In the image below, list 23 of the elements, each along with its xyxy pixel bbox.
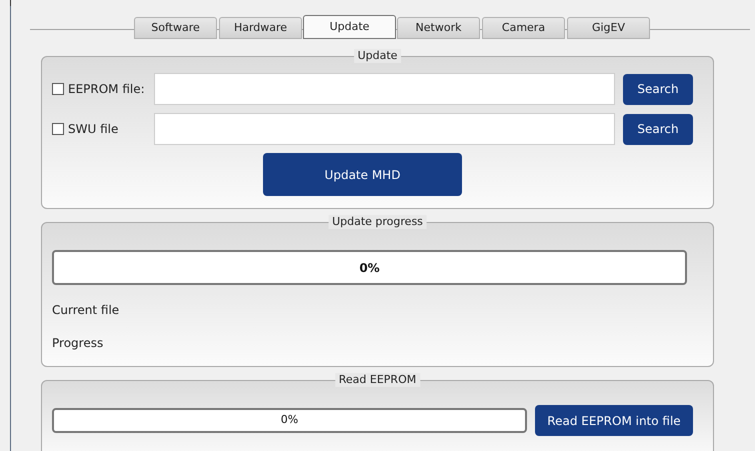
read-eeprom-button[interactable]: Read EEPROM into file: [535, 405, 693, 436]
file-path-field[interactable]: [154, 113, 615, 145]
checkbox[interactable]: [52, 123, 64, 135]
tab[interactable]: Software: [134, 17, 217, 39]
checkbox[interactable]: [52, 83, 64, 95]
file-label: SWU file: [68, 121, 120, 138]
update-mhd-button[interactable]: Update MHD: [263, 153, 462, 196]
current-file-label: Current file: [52, 302, 120, 319]
progress-reading: 0%: [280, 412, 300, 428]
progress-label: Progress: [52, 335, 104, 352]
search-button[interactable]: Search: [623, 74, 693, 104]
group-title: Update: [354, 49, 402, 63]
tab[interactable]: Update: [303, 15, 396, 39]
search-button[interactable]: Search: [623, 114, 693, 144]
tab[interactable]: GigEV: [567, 17, 650, 39]
file-label: EEPROM file:: [68, 81, 146, 98]
file-path-field[interactable]: [154, 73, 615, 105]
tab[interactable]: Network: [397, 17, 480, 39]
tab[interactable]: Camera: [482, 17, 565, 39]
progress-reading: 0%: [358, 260, 381, 276]
tab[interactable]: Hardware: [219, 17, 302, 39]
group-title: Update progress: [328, 215, 427, 229]
group-title: Read EEPROM: [334, 373, 420, 387]
